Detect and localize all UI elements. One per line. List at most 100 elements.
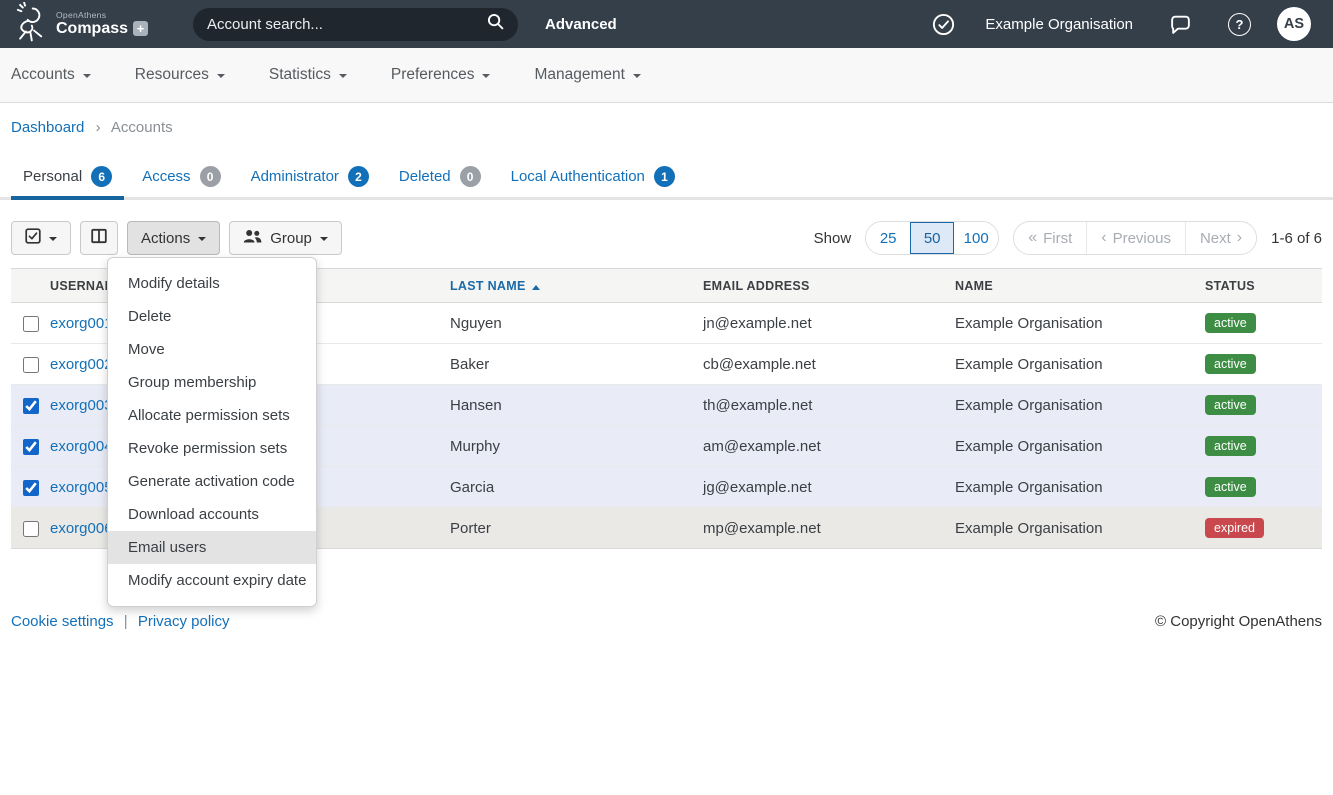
col-status[interactable]: STATUS — [1205, 269, 1322, 303]
organisation-name[interactable]: Example Organisation — [985, 16, 1133, 33]
breadcrumb-dashboard-link[interactable]: Dashboard — [11, 119, 84, 136]
results-range-label: 1-6 of 6 — [1271, 230, 1322, 247]
pagination-group: «First ‹Previous Next› — [1013, 221, 1257, 255]
page-footer: Cookie settings | Privacy policy © Copyr… — [11, 613, 1322, 630]
advanced-search-link[interactable]: Advanced — [545, 16, 617, 33]
page-size-50[interactable]: 50 — [910, 222, 954, 254]
compass-plus-icon: + — [133, 21, 148, 36]
first-page-button[interactable]: «First — [1014, 222, 1087, 254]
main-nav: Accounts Resources Statistics Preference… — [0, 48, 1333, 103]
email-cell: jg@example.net — [703, 467, 955, 508]
account-search-bar[interactable] — [193, 8, 518, 41]
email-cell: am@example.net — [703, 426, 955, 467]
last-name-cell: Baker — [450, 344, 703, 385]
email-cell: jn@example.net — [703, 303, 955, 344]
tab-local-authentication[interactable]: Local Authentication1 — [499, 166, 687, 197]
page-size-25[interactable]: 25 — [866, 222, 910, 254]
account-search-input[interactable] — [207, 16, 487, 33]
row-checkbox[interactable] — [23, 398, 39, 414]
next-page-button[interactable]: Next› — [1186, 222, 1256, 254]
checkbox-icon — [25, 228, 41, 248]
username-link[interactable]: exorg003 — [50, 397, 113, 414]
top-bar: OpenAthens Compass + Advanced Example Or… — [0, 0, 1333, 48]
tab-count-badge: 2 — [348, 166, 369, 187]
copyright-text: © Copyright OpenAthens — [1155, 613, 1322, 630]
table-toolbar: Actions Group Show 25 50 100 «First ‹Pre… — [11, 221, 1322, 255]
menu-item-modify-account-expiry-date[interactable]: Modify account expiry date — [108, 564, 316, 597]
org-name-cell: Example Organisation — [955, 344, 1205, 385]
brand-name-compass: Compass — [56, 20, 128, 38]
row-checkbox[interactable] — [23, 316, 39, 332]
account-type-tabs: Personal6 Access0 Administrator2 Deleted… — [0, 166, 1333, 200]
email-cell: cb@example.net — [703, 344, 955, 385]
col-name[interactable]: NAME — [955, 269, 1205, 303]
search-icon[interactable] — [487, 13, 504, 35]
nav-management[interactable]: Management — [534, 66, 640, 84]
row-checkbox[interactable] — [23, 357, 39, 373]
page-size-group: 25 50 100 — [865, 221, 999, 255]
email-cell: mp@example.net — [703, 508, 955, 549]
row-checkbox[interactable] — [23, 439, 39, 455]
menu-item-generate-activation-code[interactable]: Generate activation code — [108, 465, 316, 498]
menu-item-download-accounts[interactable]: Download accounts — [108, 498, 316, 531]
menu-item-delete[interactable]: Delete — [108, 300, 316, 333]
row-checkbox[interactable] — [23, 521, 39, 537]
status-badge: active — [1205, 313, 1256, 333]
col-last-name[interactable]: LAST NAME — [450, 269, 703, 303]
tab-deleted[interactable]: Deleted0 — [387, 166, 493, 197]
username-link[interactable]: exorg002 — [50, 356, 113, 373]
nav-preferences[interactable]: Preferences — [391, 66, 491, 84]
columns-icon — [91, 228, 107, 248]
tab-count-badge: 0 — [460, 166, 481, 187]
chevron-down-icon — [482, 74, 490, 78]
group-people-icon — [243, 229, 262, 248]
openathens-brand[interactable]: OpenAthens Compass + — [12, 2, 148, 47]
username-link[interactable]: exorg004 — [50, 438, 113, 455]
cookie-settings-link[interactable]: Cookie settings — [11, 613, 114, 630]
double-chevron-left-icon: « — [1028, 229, 1037, 247]
breadcrumb-separator: › — [96, 119, 101, 136]
status-badge: active — [1205, 395, 1256, 415]
menu-item-allocate-permission-sets[interactable]: Allocate permission sets — [108, 399, 316, 432]
username-link[interactable]: exorg001 — [50, 315, 113, 332]
org-name-cell: Example Organisation — [955, 303, 1205, 344]
menu-item-modify-details[interactable]: Modify details — [108, 267, 316, 300]
nav-accounts[interactable]: Accounts — [11, 66, 91, 84]
username-link[interactable]: exorg006 — [50, 520, 113, 537]
nav-resources[interactable]: Resources — [135, 66, 225, 84]
show-label: Show — [814, 230, 852, 247]
menu-item-move[interactable]: Move — [108, 333, 316, 366]
breadcrumb-current: Accounts — [111, 119, 173, 136]
chevron-down-icon — [83, 74, 91, 78]
org-name-cell: Example Organisation — [955, 426, 1205, 467]
row-checkbox[interactable] — [23, 480, 39, 496]
previous-page-button[interactable]: ‹Previous — [1087, 222, 1186, 254]
help-icon[interactable]: ? — [1228, 13, 1251, 36]
actions-dropdown-button[interactable]: Actions — [127, 221, 220, 255]
status-check-circle-icon[interactable] — [932, 13, 955, 36]
menu-item-revoke-permission-sets[interactable]: Revoke permission sets — [108, 432, 316, 465]
menu-item-group-membership[interactable]: Group membership — [108, 366, 316, 399]
user-avatar[interactable]: AS — [1277, 7, 1311, 41]
page-size-100[interactable]: 100 — [954, 222, 998, 254]
columns-button[interactable] — [80, 221, 118, 255]
nav-statistics[interactable]: Statistics — [269, 66, 347, 84]
chat-bubble-icon[interactable] — [1169, 13, 1192, 36]
breadcrumb: Dashboard › Accounts — [11, 119, 1333, 136]
footer-link-separator: | — [124, 613, 128, 630]
menu-item-email-users[interactable]: Email users — [108, 531, 316, 564]
tab-personal[interactable]: Personal6 — [11, 166, 124, 197]
username-link[interactable]: exorg005 — [50, 479, 113, 496]
sort-ascending-icon — [532, 285, 540, 290]
tab-access[interactable]: Access0 — [130, 166, 232, 197]
group-dropdown-button[interactable]: Group — [229, 221, 342, 255]
status-badge: active — [1205, 436, 1256, 456]
select-rows-button[interactable] — [11, 221, 71, 255]
chevron-down-icon — [633, 74, 641, 78]
col-email-address[interactable]: EMAIL ADDRESS — [703, 269, 955, 303]
org-name-cell: Example Organisation — [955, 467, 1205, 508]
tab-administrator[interactable]: Administrator2 — [239, 166, 381, 197]
privacy-policy-link[interactable]: Privacy policy — [138, 613, 230, 630]
chevron-down-icon — [198, 237, 206, 241]
chevron-left-icon: ‹ — [1101, 229, 1106, 247]
